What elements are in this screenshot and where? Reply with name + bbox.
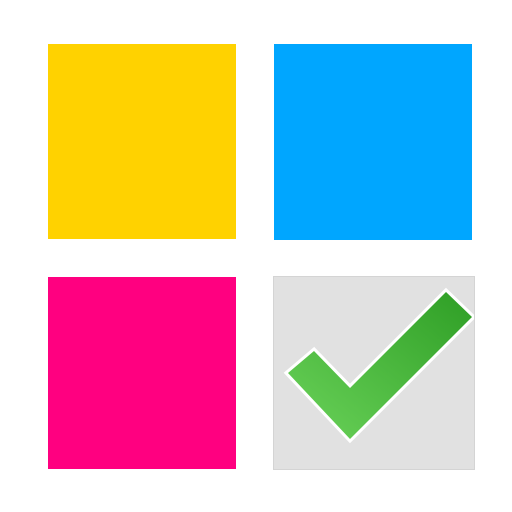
blue-tile xyxy=(274,44,472,240)
check-tile xyxy=(273,276,475,470)
checkmark-icon xyxy=(283,287,474,444)
pink-tile xyxy=(48,277,236,469)
yellow-tile xyxy=(48,44,236,239)
app-icon xyxy=(0,0,512,512)
